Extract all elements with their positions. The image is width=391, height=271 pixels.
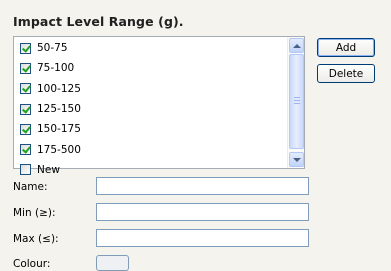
checkbox[interactable] (20, 123, 31, 135)
list-item[interactable]: 175-500 (14, 139, 287, 159)
scroll-thumb[interactable] (289, 54, 304, 149)
checkbox[interactable] (20, 42, 31, 54)
name-field[interactable] (96, 177, 309, 195)
list-item[interactable]: 125-150 (14, 99, 287, 119)
list-item-label: 100-125 (37, 82, 81, 95)
max-field[interactable] (96, 229, 309, 247)
delete-button[interactable]: Delete (317, 64, 375, 83)
checkbox[interactable] (20, 83, 31, 95)
range-list: 50-75 75-100 100-125 125-150 150-175 175-500 N… (14, 38, 287, 180)
grip-line (294, 103, 300, 104)
list-item[interactable]: 75-100 (14, 58, 287, 78)
chevron-up-icon (292, 43, 301, 48)
list-item-label: 175-500 (37, 143, 81, 156)
min-label: Min (≥): (13, 207, 56, 219)
name-label: Name: (13, 181, 48, 193)
panel-title: Impact Level Range (g). (13, 14, 184, 29)
colour-swatch-button[interactable] (96, 255, 129, 271)
list-item-label: 75-100 (37, 62, 75, 75)
checkbox[interactable] (20, 62, 31, 74)
list-item-label: New (37, 163, 60, 176)
min-field[interactable] (96, 203, 309, 221)
list-item[interactable]: 100-125 (14, 79, 287, 99)
scroll-down-button[interactable] (289, 152, 304, 167)
chevron-down-icon (292, 157, 301, 162)
vertical-scrollbar[interactable] (287, 37, 304, 168)
list-item-label: 50-75 (37, 42, 68, 55)
range-listbox[interactable]: 50-75 75-100 100-125 125-150 150-175 175-500 N… (13, 36, 305, 176)
checkbox[interactable] (20, 103, 31, 115)
add-button[interactable]: Add (317, 38, 375, 57)
checkbox[interactable] (20, 164, 31, 176)
colour-label: Colour: (13, 258, 51, 270)
scroll-up-button[interactable] (289, 38, 304, 53)
list-item-label: 150-175 (37, 123, 81, 136)
max-label: Max (≤): (13, 233, 59, 245)
grip-line (294, 100, 300, 101)
grip-line (294, 97, 300, 98)
list-item-label: 125-150 (37, 103, 81, 116)
list-item[interactable]: 150-175 (14, 119, 287, 139)
list-item[interactable]: 50-75 (14, 38, 287, 58)
checkbox[interactable] (20, 144, 31, 156)
